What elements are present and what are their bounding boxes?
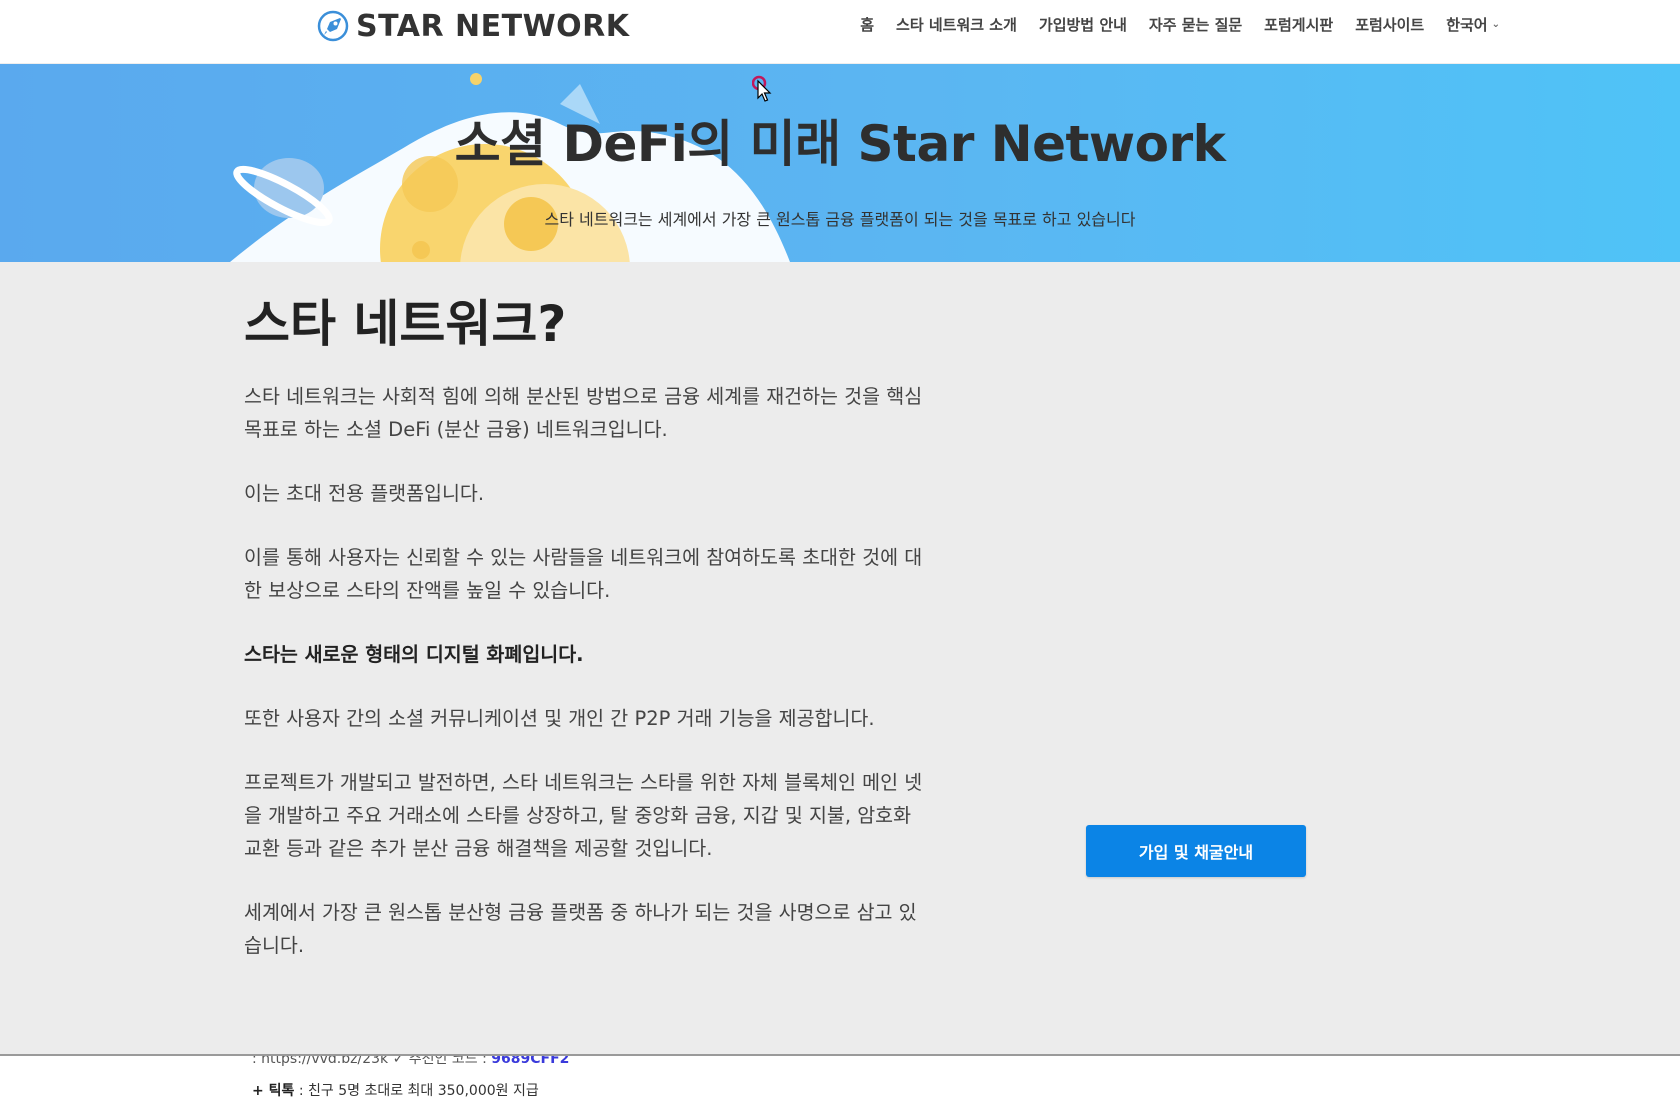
chevron-down-icon: ⌄ bbox=[1491, 18, 1500, 30]
hero-banner: 소셜 DeFi의 미래 Star Network 스타 네트워크는 세계에서 가… bbox=[0, 64, 1680, 262]
below-fold-content: : https://vvd.bz/23k ✓ 추천인 코드 : 9689CFF2… bbox=[0, 1056, 1680, 1108]
hero-subtitle: 스타 네트워크는 세계에서 가장 큰 원스톱 금융 플랫폼이 되는 것을 목표로… bbox=[544, 210, 1136, 229]
signup-mining-guide-button[interactable]: 가입 및 채굴안내 bbox=[1086, 825, 1306, 877]
main-nav: 홈 스타 네트워크 소개 가입방법 안내 자주 묻는 질문 포럼게시판 포럼사이… bbox=[860, 12, 1500, 36]
tiktok-line: + 틱톡 : 친구 5명 초대로 최대 350,000원 지급 bbox=[252, 1080, 539, 1100]
paragraph-mission: 세계에서 가장 큰 원스톱 분산형 금융 플랫폼 중 하나가 되는 것을 사명으… bbox=[244, 901, 917, 957]
language-selector[interactable]: 한국어 ⌄ bbox=[1446, 14, 1500, 35]
referral-line: : https://vvd.bz/23k ✓ 추천인 코드 : 9689CFF2 bbox=[252, 1056, 569, 1068]
referral-link[interactable]: : https://vvd.bz/23k bbox=[252, 1056, 388, 1067]
referral-code: 9689CFF2 bbox=[491, 1056, 570, 1067]
about-section: 스타 네트워크? 스타 네트워크는 사회적 힘에 의해 분산된 방법으로 금융 … bbox=[0, 262, 1680, 1056]
paragraph-invite-only: 이는 초대 전용 플랫폼입니다. bbox=[244, 482, 485, 505]
nav-item-home[interactable]: 홈 bbox=[860, 14, 874, 35]
nav-item-signup-guide[interactable]: 가입방법 안내 bbox=[1039, 14, 1127, 35]
section-heading: 스타 네트워크? bbox=[244, 295, 567, 353]
referral-code-label: 추천인 코드 : bbox=[408, 1056, 487, 1067]
site-logo[interactable]: STAR NETWORK bbox=[316, 6, 630, 46]
check-icon: ✓ bbox=[392, 1056, 409, 1067]
paragraph-intro: 스타 네트워크는 사회적 힘에 의해 분산된 방법으로 금융 세계를 재건하는 … bbox=[244, 385, 923, 441]
logo-text: STAR NETWORK bbox=[356, 8, 630, 44]
tiktok-text: : 친구 5명 초대로 최대 350,000원 지급 bbox=[298, 1083, 539, 1099]
language-label: 한국어 bbox=[1446, 15, 1488, 34]
nav-item-faq[interactable]: 자주 묻는 질문 bbox=[1149, 14, 1242, 35]
about-text: 스타 네트워크는 사회적 힘에 의해 분산된 방법으로 금융 세계를 재건하는 … bbox=[244, 380, 934, 993]
rocket-logo-icon bbox=[317, 10, 349, 42]
nav-item-forum-site[interactable]: 포럼사이트 bbox=[1355, 14, 1424, 35]
mouse-cursor-icon bbox=[752, 75, 772, 102]
paragraph-roadmap: 프로젝트가 개발되고 발전하면, 스타 네트워크는 스타를 위한 자체 블록체인… bbox=[244, 771, 923, 860]
hero-title: 소셜 DeFi의 미래 Star Network bbox=[454, 115, 1226, 173]
paragraph-digital-currency: 스타는 새로운 형태의 디지털 화폐입니다. bbox=[244, 643, 584, 666]
tiktok-label: + 틱톡 bbox=[252, 1083, 295, 1099]
paragraph-p2p: 또한 사용자 간의 소셜 커뮤니케이션 및 개인 간 P2P 거래 기능을 제공… bbox=[244, 707, 875, 730]
site-header: STAR NETWORK 홈 스타 네트워크 소개 가입방법 안내 자주 묻는 … bbox=[0, 0, 1680, 64]
paragraph-rewards: 이를 통해 사용자는 신뢰할 수 있는 사람들을 네트워크에 참여하도록 초대한… bbox=[244, 546, 923, 602]
nav-item-about[interactable]: 스타 네트워크 소개 bbox=[896, 14, 1017, 35]
nav-item-forum-board[interactable]: 포럼게시판 bbox=[1264, 14, 1333, 35]
